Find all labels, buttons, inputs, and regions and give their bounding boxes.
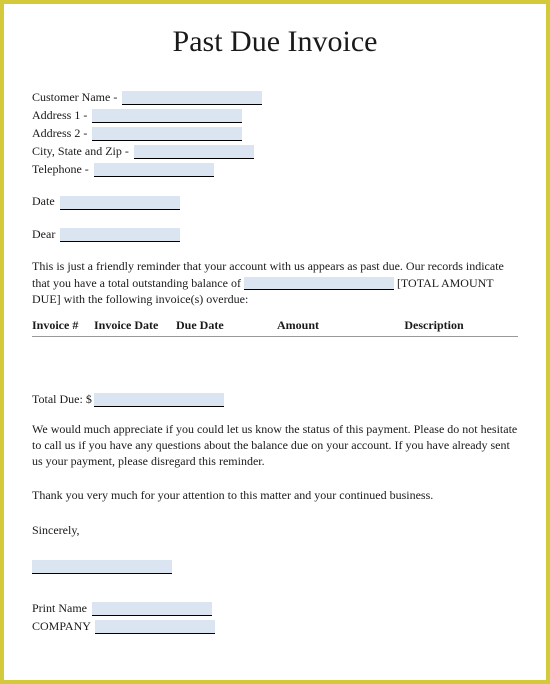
blank-customer-name[interactable] [122,91,262,105]
thank-you-paragraph: Thank you very much for your attention t… [32,487,518,503]
field-date: Date [32,193,518,209]
field-telephone: Telephone - [32,161,518,177]
th-due-date: Due Date [176,317,246,333]
label-print-name: Print Name [32,600,90,616]
total-due-row: Total Due: $ [32,391,518,407]
label-company: COMPANY [32,618,93,634]
label-city-state-zip: City, State and Zip - [32,143,132,159]
appreciation-paragraph: We would much appreciate if you could le… [32,421,518,470]
label-customer-name: Customer Name - [32,89,120,105]
label-address2: Address 2 - [32,125,90,141]
blank-print-name[interactable] [92,602,212,616]
invoice-table-header: Invoice # Invoice Date Due Date Amount D… [32,317,518,336]
th-amount: Amount [246,317,356,333]
blank-balance[interactable] [244,277,394,290]
signature-line [32,542,518,578]
blank-total-due[interactable] [94,393,224,407]
label-total-due: Total Due: $ [32,391,92,407]
field-address2: Address 2 - [32,125,518,141]
label-telephone: Telephone - [32,161,92,177]
blank-dear[interactable] [60,228,180,242]
label-date: Date [32,193,58,209]
blank-city-state-zip[interactable] [134,145,254,159]
label-dear: Dear [32,226,58,242]
label-address1: Address 1 - [32,107,90,123]
page-title: Past Due Invoice [32,22,518,63]
reminder-paragraph: This is just a friendly reminder that yo… [32,258,518,308]
blank-address2[interactable] [92,127,242,141]
field-city-state-zip: City, State and Zip - [32,143,518,159]
blank-telephone[interactable] [94,163,214,177]
field-print-name: Print Name [32,600,518,616]
blank-address1[interactable] [92,109,242,123]
field-dear: Dear [32,226,518,242]
field-customer-name: Customer Name - [32,89,518,105]
field-company: COMPANY [32,618,518,634]
field-address1: Address 1 - [32,107,518,123]
blank-company[interactable] [95,620,215,634]
th-invoice-date: Invoice Date [94,317,176,333]
th-description: Description [356,317,518,333]
blank-date[interactable] [60,196,180,210]
sincerely: Sincerely, [32,522,518,538]
blank-signature[interactable] [32,560,172,574]
th-invoice-num: Invoice # [32,317,94,333]
